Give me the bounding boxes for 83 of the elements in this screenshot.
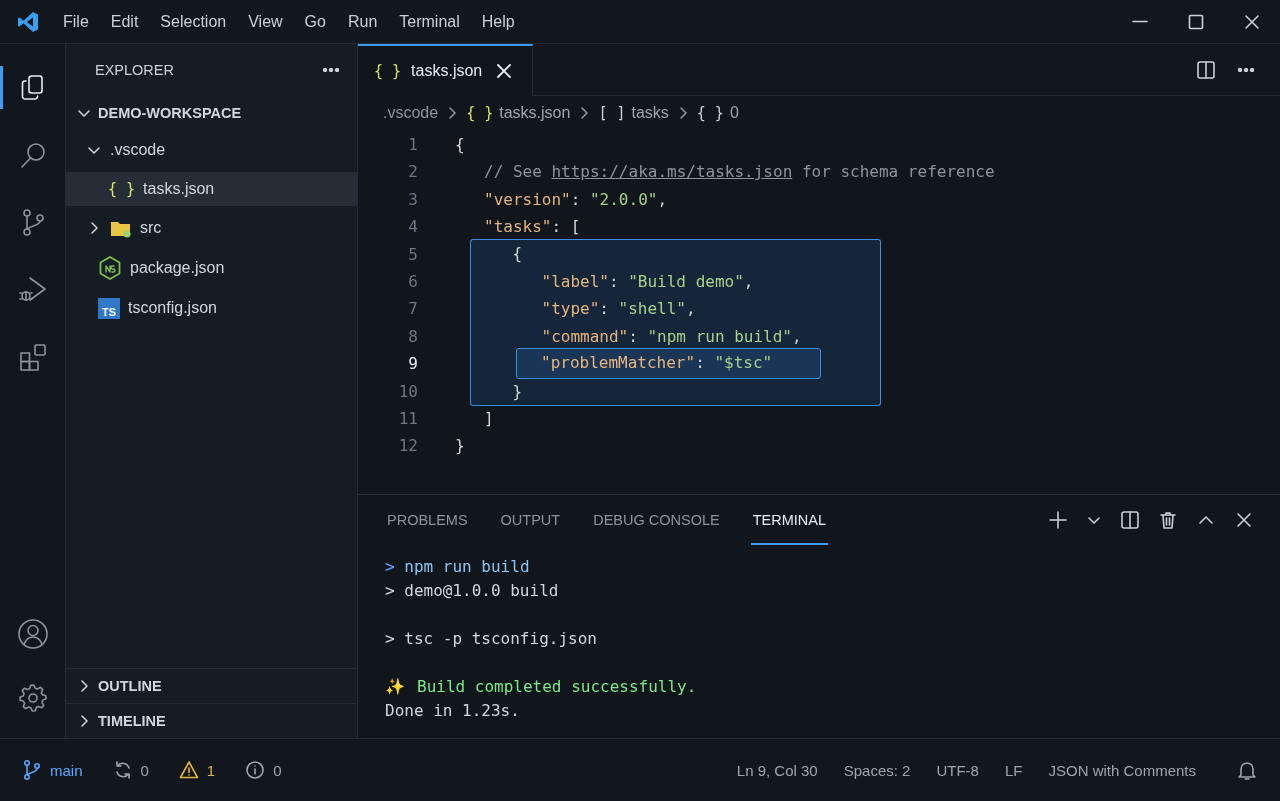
line-number: 11 <box>397 408 418 431</box>
line-number: 7 <box>407 298 418 321</box>
split-icon <box>1196 59 1216 80</box>
status-item[interactable]: Spaces: 2 <box>843 761 911 779</box>
more-icon <box>1238 67 1254 72</box>
menu-item[interactable]: File <box>52 6 100 37</box>
status-item[interactable]: LF <box>1004 761 1023 779</box>
panel-tab[interactable]: DEBUG CONSOLE <box>591 495 722 545</box>
sparkle-icon: ✨ <box>385 677 405 696</box>
editor-tab[interactable]: { } tasks.json <box>358 44 534 96</box>
line-number: 6 <box>407 271 418 294</box>
code-line: "tasks": [ <box>483 216 581 239</box>
branch-button[interactable]: main <box>22 759 83 781</box>
minimize-icon <box>1132 20 1148 23</box>
tree-item[interactable]: TS tsconfig.json <box>66 288 357 328</box>
json-icon: { } <box>374 62 402 80</box>
account-icon[interactable] <box>16 618 49 650</box>
info-icon <box>245 760 266 780</box>
menu-item[interactable]: Terminal <box>388 6 471 37</box>
panel-tab[interactable]: TERMINAL <box>750 495 829 545</box>
plus-icon <box>1048 510 1068 530</box>
terminal-line: > npm run build <box>385 557 530 576</box>
trash-icon <box>1158 510 1178 530</box>
current-line-highlight: "problemMatcher": "$tsc" <box>516 348 822 380</box>
split-icon <box>1120 510 1140 530</box>
settings-icon[interactable] <box>16 682 49 714</box>
section-header[interactable]: OUTLINE <box>66 668 357 703</box>
menu-item[interactable]: Go <box>293 6 337 37</box>
new-terminal-button[interactable] <box>1046 508 1070 532</box>
hexagon-icon <box>98 255 122 281</box>
warning-icon <box>178 760 199 780</box>
menu-item[interactable]: Edit <box>99 6 150 37</box>
line-number: 12 <box>397 435 418 458</box>
status-item[interactable]: Ln 9, Col 30 <box>736 761 818 779</box>
sync-button[interactable]: 0 <box>112 760 149 780</box>
menu-item[interactable]: Run <box>336 6 389 37</box>
notifications-button[interactable] <box>1236 759 1258 781</box>
terminal-line: > demo@1.0.0 build <box>385 581 559 600</box>
more-actions-button[interactable] <box>1236 65 1256 74</box>
tree-item[interactable]: src <box>66 208 357 248</box>
line-number: 1 <box>407 134 418 156</box>
tree-item[interactable]: .vscode <box>66 130 357 170</box>
panel-tab[interactable]: PROBLEMS <box>385 495 470 545</box>
terminal-line: Done in 1.23s. <box>385 701 520 720</box>
status-item[interactable]: JSON with Comments <box>1048 761 1196 779</box>
terminal-line: Build completed successfully. <box>417 677 697 696</box>
menu-item[interactable]: Help <box>470 6 526 37</box>
breadcrumb-item[interactable]: { } 0 <box>696 104 739 122</box>
branch-icon <box>22 759 42 781</box>
panel-tab[interactable]: OUTPUT <box>498 495 563 545</box>
bell-icon <box>1236 759 1258 781</box>
link[interactable]: https://aka.ms/tasks.json <box>551 162 793 182</box>
line-number: 10 <box>397 380 418 403</box>
app-logo-icon <box>16 9 40 34</box>
warnings-button[interactable]: 1 <box>178 760 216 780</box>
line-number: 9 <box>407 353 418 376</box>
breadcrumb-item[interactable]: .vscode <box>383 104 439 122</box>
workspace-header[interactable]: DEMO-WORKSPACE <box>66 96 357 130</box>
json-icon: { } <box>108 180 136 198</box>
menu-item[interactable]: Selection <box>149 6 238 37</box>
close-icon <box>1234 510 1254 530</box>
more-icon <box>323 68 339 72</box>
code-line: // See https://aka.ms/tasks.json for schema reference <box>483 161 995 184</box>
ts-icon: TS <box>98 297 120 319</box>
split-terminal-button[interactable] <box>1118 508 1142 532</box>
code-line: } <box>455 435 465 458</box>
line-number: 5 <box>407 243 418 266</box>
code-line: "version": "2.0.0", <box>483 188 668 211</box>
code-line: ] <box>483 407 494 430</box>
terminal-line: > tsc -p tsconfig.json <box>385 629 597 648</box>
tree-item[interactable]: { } tasks.json <box>66 172 357 206</box>
info-button[interactable]: 0 <box>245 760 282 780</box>
sidebar-title: EXPLORER <box>95 62 175 78</box>
line-number: 8 <box>407 325 418 348</box>
line-number: 4 <box>407 216 418 239</box>
menu-item[interactable]: View <box>237 6 294 37</box>
line-number: 3 <box>407 188 418 211</box>
tree-item[interactable]: package.json <box>66 248 357 288</box>
status-item[interactable]: UTF-8 <box>936 761 979 779</box>
breadcrumb-item[interactable]: [ ] tasks <box>598 104 669 122</box>
line-number: 2 <box>407 161 418 184</box>
code-line: { <box>455 134 465 156</box>
breadcrumb-item[interactable]: { } tasks.json <box>466 104 571 122</box>
